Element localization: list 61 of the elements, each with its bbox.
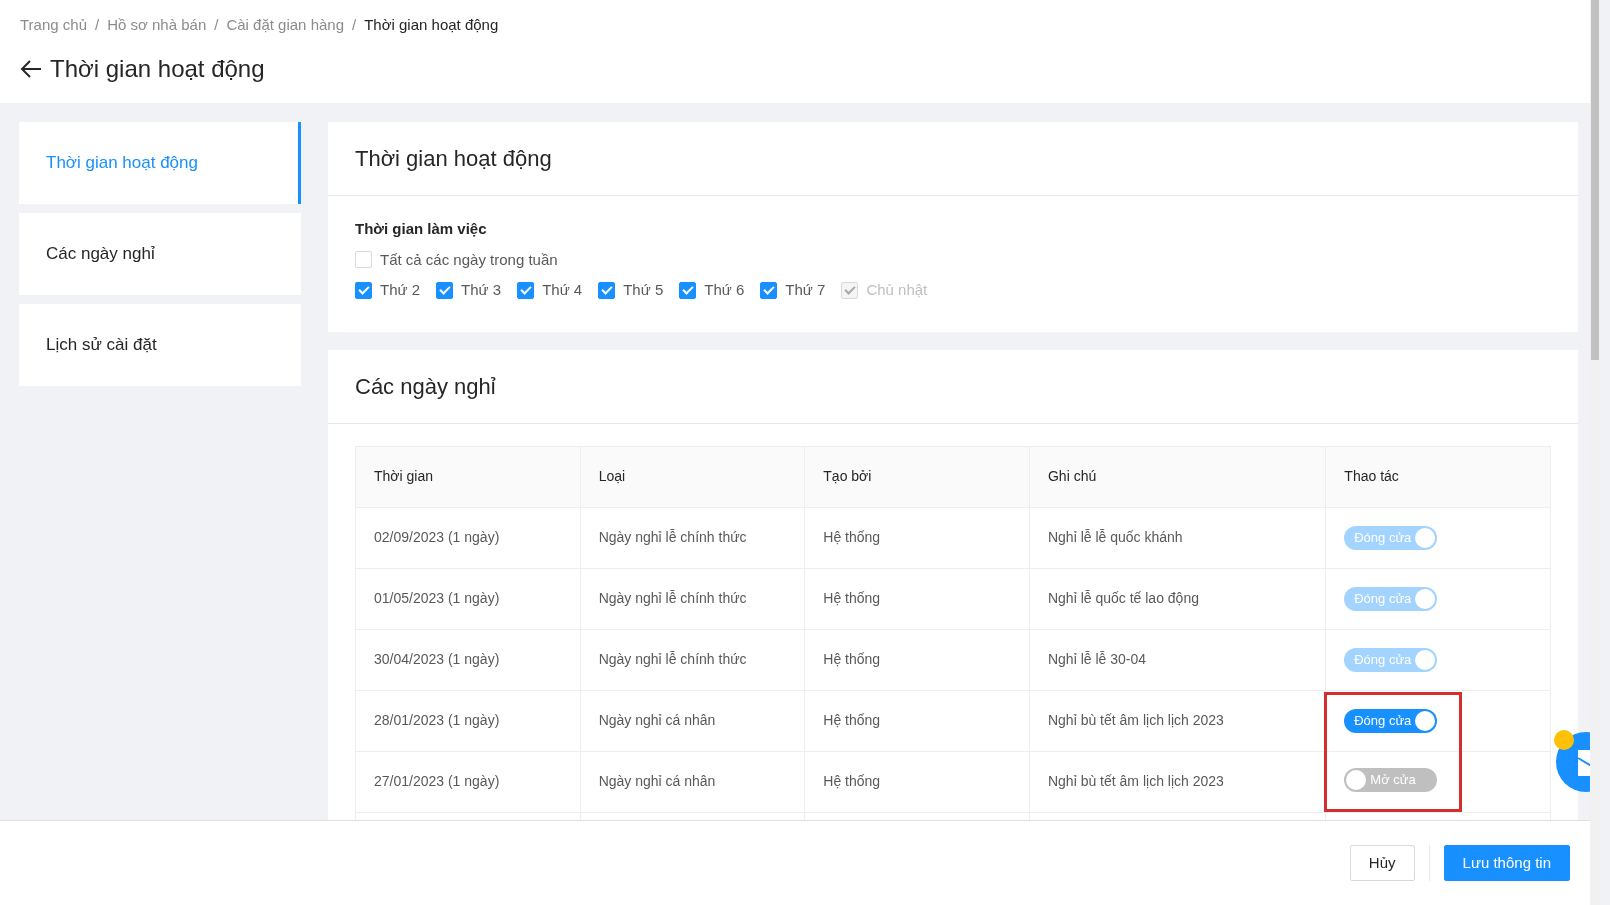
sidebar-tab[interactable]: Các ngày nghỉ (19, 213, 301, 295)
column-header: Thời gian (355, 446, 581, 507)
table-cell: 30/04/2023 (1 ngày) (355, 629, 581, 690)
breadcrumb-separator: / (352, 15, 357, 35)
save-button[interactable]: Lưu thông tin (1443, 845, 1570, 881)
table-cell: Nghỉ bù tết âm lịch lịch 2023 (1029, 751, 1326, 812)
table-cell: Hệ thống (804, 568, 1030, 629)
card-title: Các ngày nghỉ (328, 349, 1578, 424)
table-cell: 01/05/2023 (1 ngày) (355, 568, 581, 629)
table-cell: Nghỉ bù tết âm lịch lịch 2023 (1029, 690, 1326, 751)
checkbox[interactable] (355, 281, 372, 299)
page-title: Thời gian hoạt động (50, 53, 265, 84)
checkbox-label: Chủ nhật (866, 280, 928, 300)
section-label: Thời gian làm việc (355, 219, 488, 239)
checkbox[interactable] (760, 281, 778, 299)
table-cell: Hệ thống (804, 690, 1030, 751)
table-cell: Hệ thống (804, 751, 1030, 812)
toggle-switch: Đóng cửa (1344, 586, 1438, 611)
checkbox-label: Thứ 7 (785, 280, 826, 300)
table-cell: Nghỉ lễ quốc tế lao động (1029, 568, 1326, 629)
column-header: Loại (580, 446, 805, 507)
checkbox[interactable] (679, 281, 697, 299)
column-header: Thao tác (1325, 446, 1551, 507)
table-cell: Hệ thống (804, 629, 1030, 690)
column-header: Tạo bởi (804, 446, 1030, 507)
checkbox[interactable] (436, 281, 454, 299)
table-cell: Hệ thống (804, 507, 1030, 568)
breadcrumb-separator: / (95, 15, 100, 35)
breadcrumb-link[interactable]: Trang chủ (20, 14, 87, 37)
cancel-button[interactable]: Hủy (1349, 845, 1415, 881)
column-header: Ghi chú (1029, 446, 1326, 507)
sidebar-tab[interactable]: Thời gian hoạt động (19, 122, 301, 204)
breadcrumb-separator: / (214, 15, 219, 35)
sidebar-tab[interactable]: Lịch sử cài đặt (19, 304, 301, 386)
breadcrumb-current: Thời gian hoạt động (364, 15, 499, 35)
card-title: Thời gian hoạt động (328, 122, 1578, 196)
checkbox[interactable] (517, 281, 535, 299)
checkbox-label: Thứ 4 (542, 280, 583, 300)
toggle-switch[interactable]: Đóng cửa (1344, 708, 1438, 733)
table-cell: 02/09/2023 (1 ngày) (355, 507, 581, 568)
checkbox-label: Thứ 3 (461, 280, 502, 300)
toggle-switch: Đóng cửa (1344, 525, 1438, 550)
checkbox-label: Tất cả các ngày trong tuần (380, 249, 558, 270)
back-arrow-icon[interactable] (20, 58, 42, 79)
toggle-switch: Đóng cửa (1344, 647, 1438, 672)
breadcrumb-link[interactable]: Hồ sơ nhà bán (107, 14, 207, 37)
checkbox[interactable] (598, 281, 616, 299)
table-cell: Ngày nghỉ lễ chính thức (580, 629, 805, 690)
toggle-switch[interactable]: Mở cửa (1344, 767, 1438, 792)
checkbox-label: Thứ 2 (380, 280, 421, 300)
checkbox-label: Thứ 6 (704, 280, 745, 300)
table-cell: Ngày nghỉ lễ chính thức (580, 507, 805, 568)
table-cell: 28/01/2023 (1 ngày) (355, 690, 581, 751)
table-cell: Ngày nghỉ cá nhân (580, 751, 805, 812)
table-cell: 27/01/2023 (1 ngày) (355, 751, 581, 812)
checkbox-label: Thứ 5 (623, 280, 664, 300)
table-cell: Nghỉ lễ lễ 30-04 (1029, 629, 1326, 690)
table-cell: Ngày nghỉ lễ chính thức (580, 568, 805, 629)
table-cell: Ngày nghỉ cá nhân (580, 690, 805, 751)
breadcrumb-link[interactable]: Cài đặt gian hàng (226, 14, 344, 37)
table-cell: Nghỉ lễ lễ quốc khánh (1029, 507, 1326, 568)
